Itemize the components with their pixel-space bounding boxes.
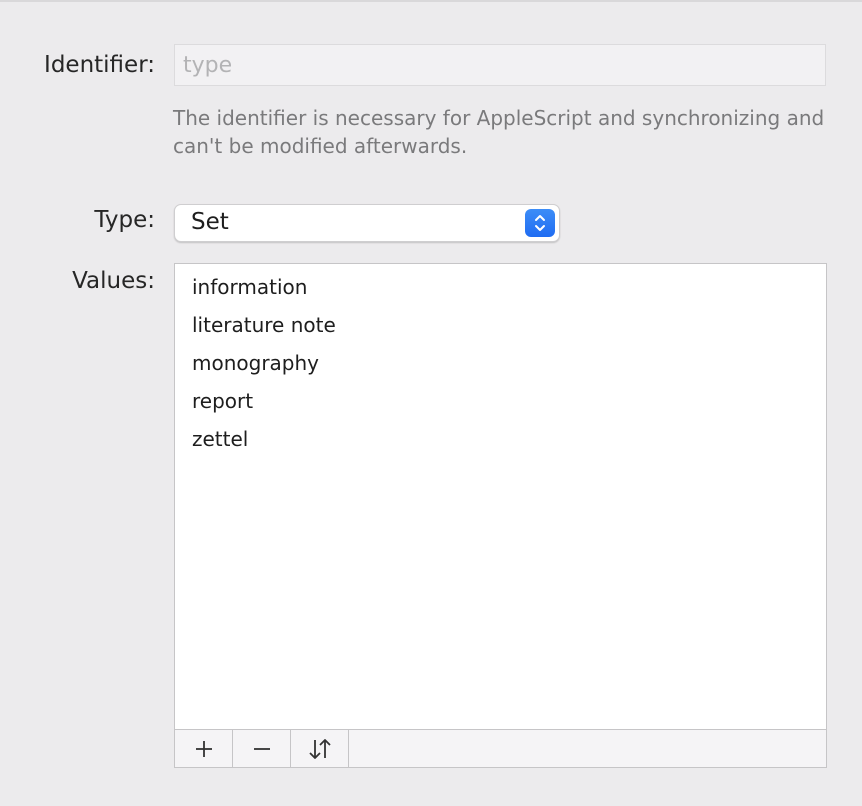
minus-icon — [253, 747, 270, 750]
sort-values-button[interactable] — [291, 730, 349, 767]
identifier-help-text: The identifier is necessary for AppleScr… — [173, 106, 825, 158]
type-label: Type: — [94, 207, 155, 233]
remove-value-button[interactable] — [233, 730, 291, 767]
list-item[interactable]: monography — [175, 344, 826, 382]
values-list-box: information literature note monography r… — [174, 263, 827, 768]
type-select[interactable]: Set — [174, 204, 560, 242]
list-item[interactable]: report — [175, 382, 826, 420]
sort-arrows-icon — [308, 738, 331, 759]
values-list: information literature note monography r… — [175, 264, 826, 729]
values-label: Values: — [72, 268, 155, 294]
select-stepper-icon — [525, 209, 555, 237]
plus-icon — [195, 740, 212, 757]
values-toolbar — [175, 729, 826, 767]
add-value-button[interactable] — [175, 730, 233, 767]
identifier-label: Identifier: — [44, 52, 155, 78]
list-item[interactable]: information — [175, 268, 826, 306]
list-item[interactable]: literature note — [175, 306, 826, 344]
list-item[interactable]: zettel — [175, 420, 826, 458]
identifier-input[interactable] — [174, 44, 826, 86]
type-select-value: Set — [191, 209, 229, 235]
window-top-divider — [0, 0, 862, 2]
